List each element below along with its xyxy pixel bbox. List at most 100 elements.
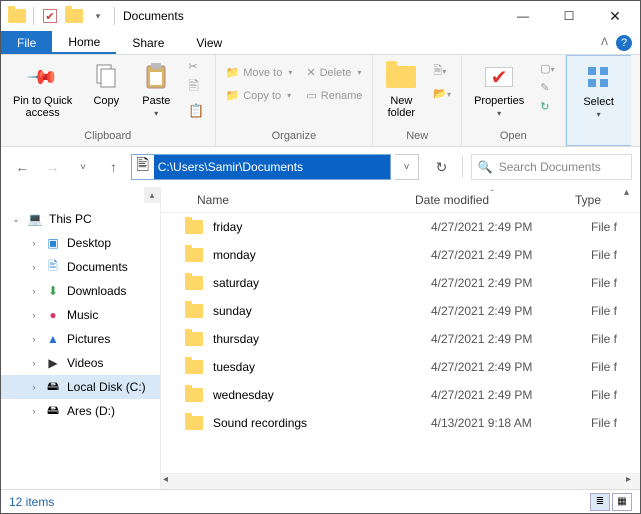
list-item[interactable]: saturday4/27/2021 2:49 PMFile f [161, 269, 640, 297]
recent-locations-button[interactable]: ˅ [70, 153, 96, 181]
chevron-right-icon[interactable]: › [29, 262, 39, 272]
qat-properties-icon[interactable]: ✔ [40, 6, 60, 26]
scissors-icon: ✂ [188, 60, 197, 73]
qat-dropdown-icon[interactable]: ▾ [88, 6, 108, 26]
new-group-label: New [379, 128, 455, 144]
horizontal-scrollbar[interactable]: ◂ ▸ [161, 473, 640, 489]
details-view-button[interactable]: ≣ [590, 493, 610, 511]
chevron-right-icon[interactable]: › [29, 310, 39, 320]
pin-to-quick-access-button[interactable]: 📌 Pin to Quick access [7, 59, 78, 121]
new-item-button[interactable]: 🗎▾ [429, 61, 455, 82]
list-item[interactable]: Sound recordings4/13/2021 9:18 AMFile f [161, 409, 640, 437]
tree-desktop[interactable]: ›▣Desktop [1, 231, 160, 255]
edit-button[interactable]: ✎ [536, 80, 558, 95]
delete-icon: ✕ [306, 66, 315, 79]
column-name[interactable]: Name [185, 193, 415, 207]
navigation-pane: ▴ ⌄ 💻 This PC ›▣Desktop ›🖹Documents ›⬇Do… [1, 187, 161, 489]
list-item[interactable]: wednesday4/27/2021 2:49 PMFile f [161, 381, 640, 409]
item-date: 4/27/2021 2:49 PM [431, 332, 591, 346]
tree-downloads[interactable]: ›⬇Downloads [1, 279, 160, 303]
history-button[interactable]: ↻ [536, 99, 558, 114]
rename-button[interactable]: ▭Rename [302, 88, 366, 103]
address-input[interactable] [154, 155, 390, 179]
refresh-button[interactable]: ↻ [429, 154, 454, 180]
nav-bar: ← → ˅ ↑ 🖹 ˅ ↻ 🔍 Search Documents [1, 147, 640, 187]
properties-button[interactable]: ✔ Properties ▾ [468, 59, 530, 120]
chevron-right-icon[interactable]: › [29, 334, 39, 344]
address-bar[interactable]: 🖹 [131, 154, 391, 180]
chevron-right-icon[interactable]: › [29, 238, 39, 248]
expand-icon[interactable]: ⌄ [11, 214, 21, 225]
properties-label: Properties [474, 95, 524, 107]
cut-button[interactable]: ✂ [184, 59, 208, 74]
list-item[interactable]: thursday4/27/2021 2:49 PMFile f [161, 325, 640, 353]
item-type: File f [591, 332, 640, 346]
tab-share[interactable]: Share [116, 31, 180, 54]
tree-documents[interactable]: ›🖹Documents [1, 255, 160, 279]
column-type[interactable]: Type [575, 193, 624, 207]
scroll-left-icon[interactable]: ◂ [161, 474, 177, 490]
tab-view[interactable]: View [180, 31, 238, 54]
organize-group-label: Organize [222, 128, 367, 144]
paste-shortcut-button[interactable]: 📋 [184, 102, 208, 120]
item-name: saturday [213, 276, 431, 290]
easy-access-button[interactable]: 📂▾ [429, 86, 455, 101]
collapse-ribbon-icon[interactable]: ᐱ [601, 37, 608, 48]
search-box[interactable]: 🔍 Search Documents [471, 154, 632, 180]
item-date: 4/27/2021 2:49 PM [431, 248, 591, 262]
ribbon-tabs: File Home Share View ᐱ ? [1, 31, 640, 55]
chevron-right-icon[interactable]: › [29, 382, 39, 392]
list-item[interactable]: tuesday4/27/2021 2:49 PMFile f [161, 353, 640, 381]
copy-label: Copy [93, 95, 119, 107]
qat-folder2-icon [64, 6, 84, 26]
list-item[interactable]: friday4/27/2021 2:49 PMFile f [161, 213, 640, 241]
delete-button[interactable]: ✕Delete▾ [302, 65, 366, 80]
up-button[interactable]: ↑ [100, 153, 126, 181]
new-item-icon: 🗎▾ [433, 62, 446, 81]
tab-home[interactable]: Home [52, 31, 116, 54]
list-item[interactable]: monday4/27/2021 2:49 PMFile f [161, 241, 640, 269]
copy-button[interactable]: Copy [84, 59, 128, 109]
select-button[interactable]: Select ▾ [577, 60, 621, 121]
back-button[interactable]: ← [9, 153, 35, 181]
rename-icon: ▭ [306, 89, 316, 102]
forward-button[interactable]: → [39, 153, 65, 181]
scroll-right-icon[interactable]: ▸ [624, 474, 640, 490]
item-type: File f [591, 220, 640, 234]
pictures-icon: ▲ [45, 331, 61, 347]
column-date[interactable]: Date modifiedˆ [415, 193, 575, 207]
properties-caret-icon: ▾ [497, 109, 501, 118]
item-count: 12 items [9, 495, 54, 509]
item-name: tuesday [213, 360, 431, 374]
tree-music[interactable]: ›●Music [1, 303, 160, 327]
tree-ares-d[interactable]: ›🖴Ares (D:) [1, 399, 160, 423]
select-label: Select [583, 96, 614, 108]
thumbnails-view-button[interactable]: ▦ [612, 493, 632, 511]
chevron-right-icon[interactable]: › [29, 286, 39, 296]
tree-pictures[interactable]: ›▲Pictures [1, 327, 160, 351]
tree-local-disk-c[interactable]: ›🖴Local Disk (C:) [1, 375, 160, 399]
open-button[interactable]: ▢▾ [536, 61, 558, 76]
minimize-button[interactable]: — [500, 1, 546, 31]
navpane-scroll-up[interactable]: ▴ [144, 187, 160, 203]
help-icon[interactable]: ? [616, 35, 632, 51]
move-to-button[interactable]: 📁Move to▾ [222, 65, 297, 80]
chevron-right-icon[interactable]: › [29, 406, 39, 416]
list-scroll-up[interactable]: ▴ [624, 187, 640, 203]
list-item[interactable]: sunday4/27/2021 2:49 PMFile f [161, 297, 640, 325]
search-placeholder: Search Documents [499, 160, 601, 174]
item-date: 4/27/2021 2:49 PM [431, 360, 591, 374]
tree-this-pc[interactable]: ⌄ 💻 This PC [1, 207, 160, 231]
close-button[interactable]: ✕ [592, 1, 638, 31]
item-date: 4/27/2021 2:49 PM [431, 304, 591, 318]
tab-file[interactable]: File [1, 31, 52, 54]
copy-to-button[interactable]: 📁Copy to▾ [222, 88, 297, 103]
maximize-button[interactable]: ☐ [546, 1, 592, 31]
folder-icon [185, 360, 203, 374]
address-dropdown[interactable]: ˅ [395, 154, 420, 180]
copy-path-button[interactable]: 🖹 [184, 76, 208, 100]
tree-videos[interactable]: ›▶Videos [1, 351, 160, 375]
chevron-right-icon[interactable]: › [29, 358, 39, 368]
paste-button[interactable]: Paste ▾ [134, 59, 178, 120]
new-folder-button[interactable]: New folder [379, 59, 423, 121]
